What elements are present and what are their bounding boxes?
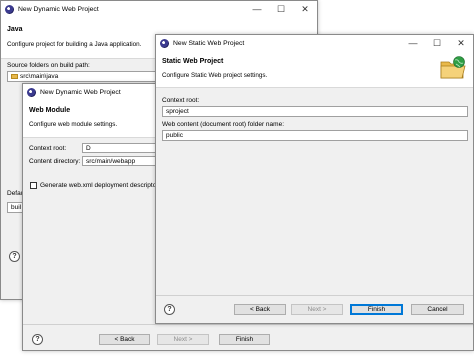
java-window-minimize-button[interactable]: —: [245, 1, 269, 17]
static-window-title: New Static Web Project: [173, 39, 245, 47]
java-window-title: New Dynamic Web Project: [18, 5, 99, 13]
generate-descriptor-checkbox[interactable]: [30, 182, 37, 189]
source-folder-item[interactable]: src\main\java: [20, 73, 58, 80]
static-help-icon[interactable]: ?: [164, 304, 175, 315]
wm-context-root-input[interactable]: D: [82, 143, 156, 153]
source-folders-label: Source folders on build path:: [7, 62, 90, 69]
static-page-subtitle: Configure Static Web project settings.: [162, 72, 268, 79]
static-web-project-window: New Static Web Project — ☐ ✕ Static Web …: [155, 34, 474, 324]
web-module-window-title: New Dynamic Web Project: [40, 88, 121, 96]
web-module-back-button[interactable]: < Back: [99, 334, 150, 345]
static-cancel-button[interactable]: Cancel: [411, 304, 464, 315]
eclipse-icon: [5, 4, 14, 14]
static-window-close-button[interactable]: ✕: [449, 35, 473, 51]
web-module-finish-button[interactable]: Finish: [219, 334, 270, 345]
web-module-heading: Web Module: [29, 107, 71, 114]
static-context-root-input[interactable]: sproject: [162, 106, 468, 117]
web-module-help-icon[interactable]: ?: [32, 334, 43, 345]
java-window-close-button[interactable]: ✕: [293, 1, 317, 17]
source-folder-icon: [11, 74, 18, 79]
wm-content-directory-label: Content directory:: [29, 158, 81, 165]
wm-context-root-label: Context root:: [29, 145, 67, 152]
java-page-subtitle: Configure project for building a Java ap…: [7, 41, 142, 48]
static-context-root-label: Context root:: [162, 97, 200, 104]
java-page-heading: Java: [7, 26, 23, 33]
static-back-button[interactable]: < Back: [234, 304, 286, 315]
eclipse-icon: [160, 38, 169, 48]
wm-content-directory-input[interactable]: src/main/webapp: [82, 156, 156, 166]
web-content-folder-input[interactable]: public: [162, 130, 468, 141]
static-page-heading: Static Web Project: [162, 58, 224, 65]
static-window-minimize-button[interactable]: —: [401, 35, 425, 51]
web-folder-icon: [440, 56, 466, 79]
eclipse-icon: [27, 87, 36, 97]
static-window-banner: Static Web Project Configure Static Web …: [156, 51, 473, 88]
web-module-button-separator: [23, 324, 473, 325]
generate-descriptor-label[interactable]: Generate web.xml deployment descriptor: [40, 182, 159, 189]
web-content-folder-label: Web content (document root) folder name:: [162, 121, 284, 128]
java-window-maximize-button[interactable]: ☐: [269, 1, 293, 17]
static-next-button[interactable]: Next >: [291, 304, 343, 315]
java-help-icon[interactable]: ?: [9, 251, 20, 262]
static-window-maximize-button[interactable]: ☐: [425, 35, 449, 51]
static-finish-button[interactable]: Finish: [350, 304, 403, 315]
web-module-next-button[interactable]: Next >: [157, 334, 209, 345]
web-module-subtitle: Configure web module settings.: [29, 121, 118, 128]
static-button-separator: [156, 295, 473, 296]
source-folders-list[interactable]: src\main\java: [7, 71, 157, 82]
